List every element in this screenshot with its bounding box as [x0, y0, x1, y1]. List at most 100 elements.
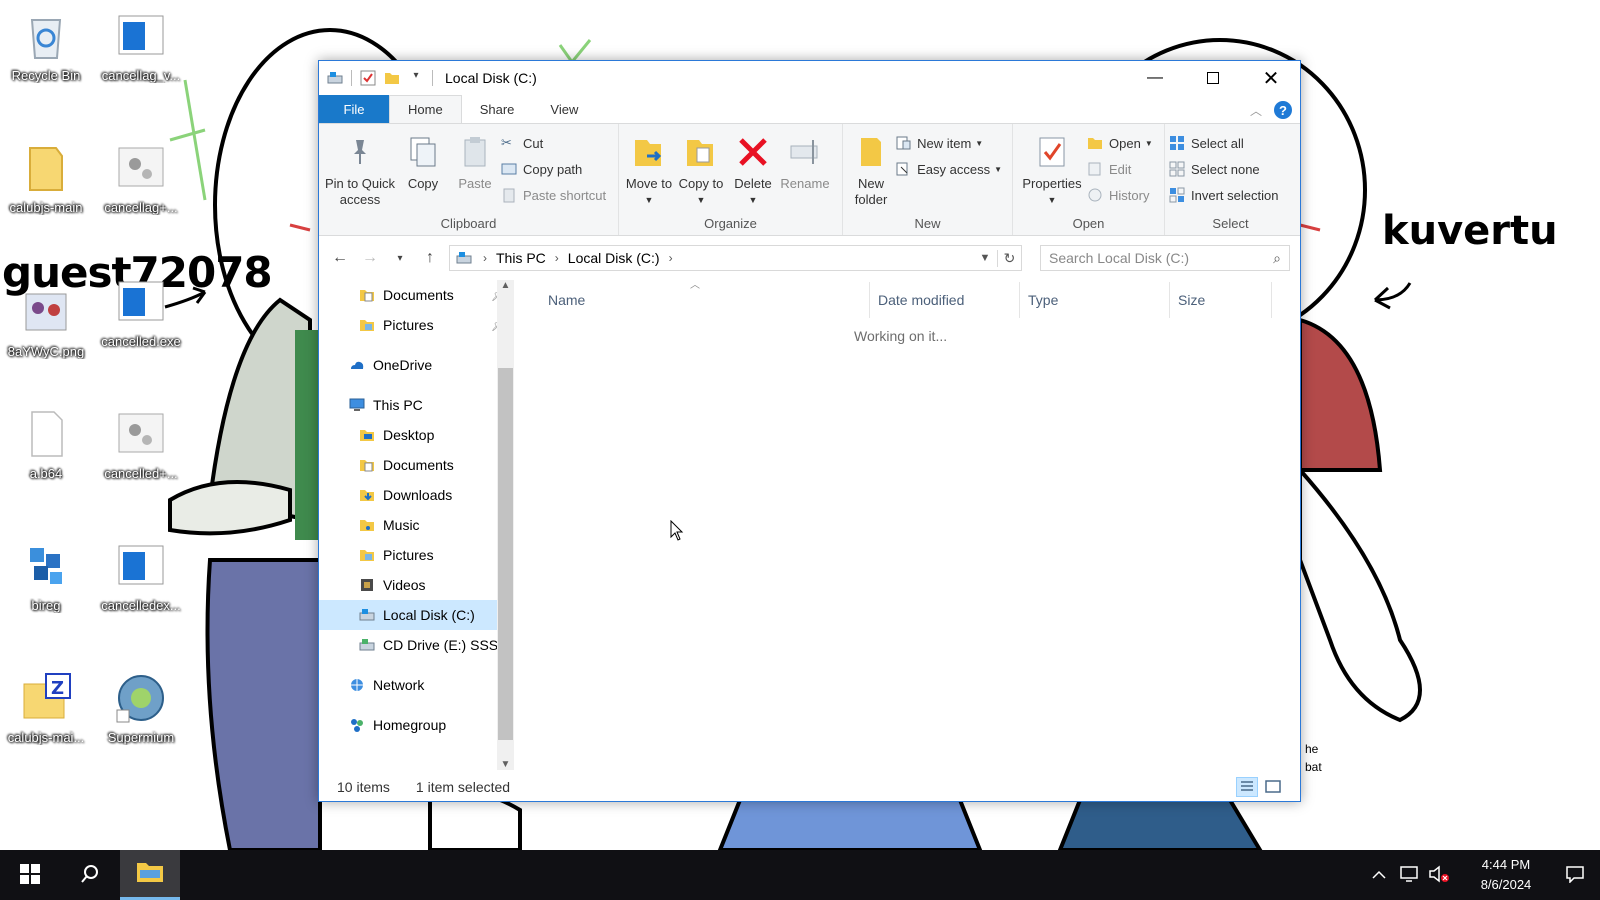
ribbon-group-new: New folder New item ▼ Easy access ▼ New	[843, 124, 1013, 235]
forward-button[interactable]: →	[359, 249, 381, 267]
folder-icon	[20, 142, 72, 194]
music-icon	[359, 517, 375, 533]
nav-item-music[interactable]: Music	[319, 510, 514, 540]
breadcrumb-local-disk[interactable]: Local Disk (C:)	[568, 250, 660, 266]
chevron-up-icon	[1372, 868, 1386, 883]
file-explorer-window[interactable]: ▾ Local Disk (C:) — ✕ File Home Share Vi…	[318, 60, 1301, 802]
nav-item-documents-pinned[interactable]: Documents 📌︎	[319, 280, 514, 310]
file-list[interactable]: ︿ Name Date modified Type Size Working o…	[514, 280, 1300, 770]
column-header-name[interactable]: Name	[540, 282, 870, 318]
nav-item-label: OneDrive	[373, 357, 433, 373]
breadcrumb-chevron-icon[interactable]: ›	[669, 251, 673, 265]
taskbar-clock[interactable]: 4:44 PM 8/6/2024	[1462, 855, 1550, 895]
pin-icon	[342, 134, 378, 170]
desktop-icon-bireg[interactable]: bireg	[0, 540, 92, 613]
desktop-icon-cancelled-plus[interactable]: cancelled+...	[95, 408, 187, 481]
nav-item-pictures-pinned[interactable]: Pictures 📌︎	[319, 310, 514, 340]
column-header-type[interactable]: Type	[1020, 282, 1170, 318]
network-status-button[interactable]	[1394, 865, 1424, 886]
address-history-dropdown[interactable]: ▼	[973, 252, 997, 264]
desktop-icon-supermium[interactable]: Supermium	[95, 672, 187, 745]
address-bar[interactable]: › This PC › Local Disk (C:) › ▼ ↻	[449, 245, 1022, 271]
nav-item-documents[interactable]: Documents	[319, 450, 514, 480]
collapse-ribbon-icon[interactable]: ︿	[1250, 102, 1262, 119]
nav-item-network[interactable]: Network	[319, 670, 514, 700]
new-item-button[interactable]: New item ▼	[895, 132, 1008, 154]
nav-item-label: Documents	[383, 457, 454, 473]
desktop-icon-cancellag-plus[interactable]: cancellag+...	[95, 142, 187, 215]
nav-item-onedrive[interactable]: OneDrive	[319, 350, 514, 380]
navigation-bar: ← → ▾ ↑ › This PC › Local Disk (C:) › ▼ …	[319, 236, 1300, 280]
column-header-date-modified[interactable]: Date modified	[870, 282, 1020, 318]
properties-checkbox-icon[interactable]	[360, 70, 376, 86]
dropdown-arrow-icon: ▼	[748, 195, 758, 205]
desktop-icon-cancelled-exe[interactable]: cancelled.exe	[95, 276, 187, 349]
invert-selection-button[interactable]: Invert selection	[1169, 184, 1284, 206]
select-all-button[interactable]: Select all	[1169, 132, 1284, 154]
history-button[interactable]: History	[1087, 184, 1159, 206]
desktop-icon-a-b64[interactable]: a.b64	[0, 408, 92, 481]
action-center-button[interactable]	[1550, 865, 1600, 886]
navigation-pane[interactable]: Documents 📌︎ Pictures 📌︎ OneDrive This P…	[319, 280, 514, 770]
breadcrumb-this-pc[interactable]: This PC	[496, 250, 546, 266]
drive-icon	[327, 70, 343, 86]
open-button[interactable]: Open ▼	[1087, 132, 1159, 154]
minimize-button[interactable]: —	[1126, 61, 1184, 95]
details-view-button[interactable]	[1236, 777, 1258, 797]
nav-item-homegroup[interactable]: Homegroup	[319, 710, 514, 740]
peeking-icon-label-line2: bat	[1305, 760, 1322, 774]
nav-item-this-pc[interactable]: This PC	[319, 390, 514, 420]
search-box[interactable]: Search Local Disk (C:) ⌕	[1040, 245, 1290, 271]
show-hidden-icons-button[interactable]	[1364, 868, 1394, 883]
back-button[interactable]: ←	[329, 249, 351, 267]
videos-icon	[359, 577, 375, 593]
tab-home[interactable]: Home	[389, 95, 462, 123]
tab-file[interactable]: File	[319, 95, 389, 123]
customize-quick-access-icon[interactable]: ▾	[408, 70, 424, 86]
volume-button[interactable]	[1424, 864, 1454, 886]
copy-path-button[interactable]: Copy path	[501, 158, 612, 180]
paste-label: Paste	[458, 176, 492, 191]
taskbar-file-explorer[interactable]	[120, 850, 180, 900]
desktop-icon-calubjs-main[interactable]: calubjs-main	[0, 142, 92, 215]
nav-item-desktop[interactable]: Desktop	[319, 420, 514, 450]
desktop-icon-recycle-bin[interactable]: Recycle Bin	[0, 10, 92, 83]
desktop-icon-8aywyc-png[interactable]: 8aYWyC.png	[0, 286, 92, 359]
close-button[interactable]: ✕	[1242, 61, 1300, 95]
network-icon	[349, 677, 365, 693]
nav-item-local-disk[interactable]: Local Disk (C:)	[319, 600, 514, 630]
desktop-icon-cancellag-v[interactable]: cancellag_v...	[95, 10, 187, 83]
nav-item-downloads[interactable]: Downloads	[319, 480, 514, 510]
desktop-icon-calubjs-mai-zip[interactable]: Z calubjs-mai...	[0, 672, 92, 745]
windows-logo-icon	[20, 863, 40, 887]
desktop-folder-icon	[359, 427, 375, 443]
nav-pane-scrollbar[interactable]: ▲ ▼	[497, 280, 514, 770]
help-icon[interactable]: ?	[1274, 101, 1292, 119]
maximize-button[interactable]	[1184, 61, 1242, 95]
title-bar[interactable]: ▾ Local Disk (C:) — ✕	[319, 61, 1300, 95]
taskbar-search-button[interactable]	[60, 850, 120, 900]
large-icons-view-button[interactable]	[1262, 777, 1284, 797]
up-button[interactable]: ↑	[419, 249, 441, 267]
scrollbar-thumb[interactable]	[498, 368, 513, 740]
select-none-button[interactable]: Select none	[1169, 158, 1284, 180]
documents-icon	[359, 287, 375, 303]
column-header-size[interactable]: Size	[1170, 282, 1272, 318]
nav-item-pictures[interactable]: Pictures	[319, 540, 514, 570]
delete-x-icon	[735, 134, 771, 170]
desktop-icon-cancelledex[interactable]: cancelledex...	[95, 540, 187, 613]
start-button[interactable]	[0, 850, 60, 900]
new-folder-icon[interactable]	[384, 70, 400, 86]
scroll-down-icon[interactable]: ▼	[497, 759, 514, 770]
tab-share[interactable]: Share	[462, 95, 533, 123]
tab-view[interactable]: View	[532, 95, 596, 123]
edit-button[interactable]: Edit	[1087, 158, 1159, 180]
paste-shortcut-button[interactable]: Paste shortcut	[501, 184, 612, 206]
nav-item-videos[interactable]: Videos	[319, 570, 514, 600]
recent-locations-button[interactable]: ▾	[389, 253, 411, 264]
nav-item-cd-drive[interactable]: CD Drive (E:) SSS	[319, 630, 514, 660]
cut-button[interactable]: ✂ Cut	[501, 132, 612, 154]
refresh-button[interactable]: ↻	[997, 249, 1021, 267]
scroll-up-icon[interactable]: ▲	[497, 280, 514, 291]
easy-access-button[interactable]: Easy access ▼	[895, 158, 1008, 180]
